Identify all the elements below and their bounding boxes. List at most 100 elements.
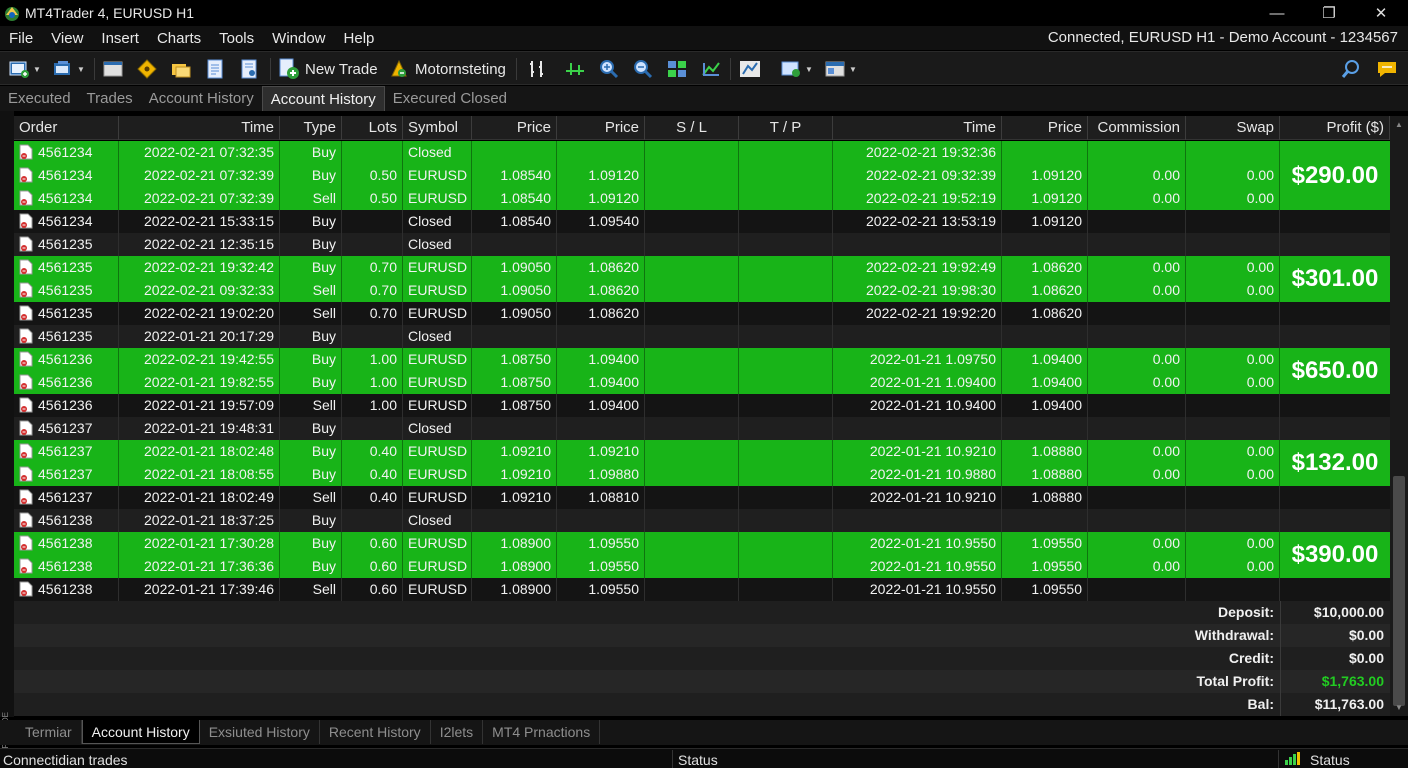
cell-order: 4561237: [14, 486, 119, 509]
table-row[interactable]: 4561235 2022-02-21 12:35:15 Buy Closed: [14, 233, 1280, 256]
summary-label: Credit:: [1228, 650, 1274, 666]
column-header-symbol[interactable]: Symbol: [403, 116, 472, 140]
table-row[interactable]: 4561235 2022-02-21 19:32:42 Buy 0.70 EURUSD 1…: [14, 256, 1280, 279]
cell-tp: [739, 348, 833, 371]
column-header-swap[interactable]: Swap: [1186, 116, 1280, 140]
order-document-icon: [19, 282, 33, 298]
chart-shift-button[interactable]: [738, 57, 762, 81]
column-header-close-price[interactable]: Price: [557, 116, 645, 140]
menu-insert[interactable]: Insert: [92, 30, 148, 47]
table-row[interactable]: 4561236 2022-01-21 19:57:09 Sell 1.00 EURUSD…: [14, 394, 1280, 417]
tab-executed-history[interactable]: Exsiuted History: [200, 720, 320, 744]
column-header-price[interactable]: Price: [1002, 116, 1088, 140]
tab-account-history-active[interactable]: Account History: [261, 86, 385, 111]
menu-window[interactable]: Window: [263, 30, 334, 47]
table-row[interactable]: 4561234 2022-02-21 07:32:39 Buy 0.50 EURUSD 1…: [14, 164, 1280, 187]
new-chart-button[interactable]: ▼: [8, 57, 41, 81]
top-tab-bar: Executed Trades Account History Account …: [0, 86, 1408, 111]
summary-value: $0.00: [1348, 627, 1384, 643]
table-row[interactable]: 4561238 2022-01-21 17:30:28 Buy 0.60 EURUSD 1…: [14, 532, 1280, 555]
table-row[interactable]: 4561237 2022-01-21 19:48:31 Buy Closed: [14, 417, 1280, 440]
cell-type: Sell: [280, 302, 342, 325]
column-header-tp[interactable]: T / P: [739, 116, 833, 140]
navigator-button[interactable]: [170, 57, 192, 81]
table-row[interactable]: 4561235 2022-02-21 19:02:20 Sell 0.70 EURUSD…: [14, 302, 1280, 325]
indicators-button[interactable]: ▼: [780, 57, 813, 81]
tab-alerts[interactable]: I2lets: [431, 720, 484, 744]
table-row[interactable]: 4561234 2022-02-21 07:32:39 Sell 0.50 EURUSD…: [14, 187, 1280, 210]
vertical-scrollbar[interactable]: ▲ ▼: [1390, 116, 1408, 716]
column-header-profit[interactable]: Profit ($): [1280, 116, 1390, 140]
menu-help[interactable]: Help: [335, 30, 384, 47]
auto-scroll-button[interactable]: [700, 57, 722, 81]
table-row[interactable]: 4561236 2022-01-21 19:82:55 Buy 1.00 EURUSD 1…: [14, 371, 1280, 394]
menu-charts[interactable]: Charts: [148, 30, 210, 47]
column-header-order[interactable]: Order: [14, 116, 119, 140]
menu-view[interactable]: View: [42, 30, 92, 47]
cell-sl: [645, 141, 739, 164]
order-document-icon: [19, 489, 33, 505]
column-header-sl[interactable]: S / L: [645, 116, 739, 140]
table-row[interactable]: 4561238 2022-01-21 18:37:25 Buy Closed: [14, 509, 1280, 532]
cell-price3: 1.09550: [1002, 578, 1088, 601]
cell-swap: 0.00: [1186, 348, 1280, 371]
tab-account-history-bottom[interactable]: Account History: [81, 720, 200, 744]
column-header-commission[interactable]: Commission: [1088, 116, 1186, 140]
tab-account-history[interactable]: Account History: [141, 86, 262, 111]
column-header-close-time[interactable]: Time: [833, 116, 1002, 140]
table-row[interactable]: 4561235 2022-01-21 20:17:29 Buy Closed: [14, 325, 1280, 348]
table-row[interactable]: 4561238 2022-01-21 17:36:36 Buy 0.60 EURUSD 1…: [14, 555, 1280, 578]
scroll-down-icon[interactable]: ▼: [1395, 703, 1403, 712]
tab-recent-history[interactable]: Recent History: [320, 720, 431, 744]
tab-mt4-transactions[interactable]: MT4 Prnactions: [483, 720, 601, 744]
table-row[interactable]: 4561235 2022-02-21 09:32:33 Sell 0.70 EURUSD…: [14, 279, 1280, 302]
cell-tp: [739, 555, 833, 578]
scroll-up-icon[interactable]: ▲: [1395, 120, 1403, 129]
tile-windows-button[interactable]: [666, 57, 688, 81]
cell-price3: 1.09120: [1002, 210, 1088, 233]
cell-lots: 0.40: [342, 440, 403, 463]
strategy-tester-button[interactable]: [238, 57, 260, 81]
restore-button[interactable]: ❐: [1306, 0, 1352, 26]
market-watch-button[interactable]: [136, 57, 158, 81]
cell-swap: 0.00: [1186, 279, 1280, 302]
candlestick-button[interactable]: [564, 57, 586, 81]
close-button[interactable]: ✕: [1358, 0, 1404, 26]
profiles-button[interactable]: ▼: [52, 57, 85, 81]
column-header-lots[interactable]: Lots: [342, 116, 403, 140]
column-header-type[interactable]: Type: [280, 116, 342, 140]
cell-type: Buy: [280, 141, 342, 164]
tab-trades[interactable]: Trades: [79, 86, 141, 111]
table-row[interactable]: 4561237 2022-01-21 18:02:48 Buy 0.40 EURUSD 1…: [14, 440, 1280, 463]
minimize-button[interactable]: —: [1254, 0, 1300, 26]
table-row[interactable]: 4561238 2022-01-21 17:39:46 Sell 0.60 EURUSD…: [14, 578, 1280, 601]
zoom-out-button[interactable]: [632, 57, 654, 81]
column-header-open-price[interactable]: Price: [472, 116, 557, 140]
table-row[interactable]: 4561234 2022-02-21 07:32:35 Buy Closed 2022-…: [14, 141, 1280, 164]
messages-button[interactable]: [1376, 57, 1398, 81]
motorsteting-button[interactable]: Motornsteting: [388, 57, 506, 81]
cell-sl: [645, 532, 739, 555]
terminal-button[interactable]: [204, 57, 226, 81]
tab-terminal[interactable]: Termiar: [16, 720, 82, 744]
menu-file[interactable]: File: [0, 30, 42, 47]
cell-price1: [472, 325, 557, 348]
menu-tools[interactable]: Tools: [210, 30, 263, 47]
table-row[interactable]: 4561234 2022-02-21 15:33:15 Buy Closed 1.085…: [14, 210, 1280, 233]
zoom-in-button[interactable]: [598, 57, 620, 81]
column-header-time[interactable]: Time: [119, 116, 280, 140]
cell-swap: [1186, 141, 1280, 164]
new-trade-icon: [279, 58, 299, 79]
tab-executed[interactable]: Executed: [0, 86, 79, 111]
scrollbar-thumb[interactable]: [1393, 476, 1405, 706]
templates-button[interactable]: ▼: [824, 57, 857, 81]
bar-chart-button[interactable]: [526, 57, 548, 81]
chart-window-button[interactable]: [102, 57, 124, 81]
table-row[interactable]: 4561237 2022-01-21 18:02:49 Sell 0.40 EURUSD…: [14, 486, 1280, 509]
table-row[interactable]: 4561237 2022-01-21 18:08:55 Buy 0.40 EURUSD 1…: [14, 463, 1280, 486]
new-trade-button[interactable]: New Trade: [278, 57, 378, 81]
search-button[interactable]: [1340, 57, 1362, 81]
window-icon: [103, 61, 123, 77]
table-row[interactable]: 4561236 2022-02-21 19:42:55 Buy 1.00 EURUSD 1…: [14, 348, 1280, 371]
tab-executed-closed[interactable]: Execured Closed: [385, 86, 515, 111]
